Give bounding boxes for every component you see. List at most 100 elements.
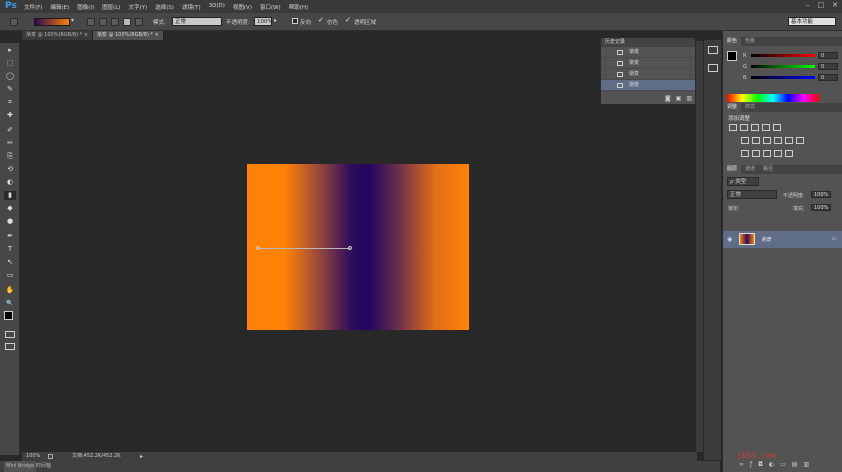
layer-opacity-value[interactable]: 100% — [811, 191, 831, 198]
menu-type[interactable]: 文字(Y) — [129, 3, 148, 11]
history-item-selected[interactable]: 渐变 — [601, 80, 695, 91]
tab-channels[interactable]: 通道 — [741, 165, 759, 174]
quick-select-tool-icon[interactable]: ✎ — [4, 85, 16, 94]
history-item[interactable]: 渐变 — [601, 69, 695, 80]
trash-icon[interactable]: ▥ — [686, 95, 692, 102]
vertical-scrollbar[interactable] — [696, 41, 703, 452]
linear-gradient-button[interactable] — [87, 18, 95, 26]
blue-value[interactable]: 0 — [818, 74, 838, 81]
fill-value[interactable]: 100% — [811, 204, 831, 211]
photo-filter-icon[interactable] — [774, 137, 782, 144]
new-group-icon[interactable]: ▭ — [780, 461, 786, 468]
add-mask-icon[interactable]: ◘ — [758, 461, 763, 468]
invert-icon[interactable] — [741, 150, 749, 157]
menu-layer[interactable]: 图层(L) — [102, 3, 120, 11]
color-lookup-icon[interactable] — [796, 137, 804, 144]
reflected-gradient-button[interactable] — [123, 18, 131, 26]
zoom-level[interactable]: 100% — [26, 452, 40, 461]
layer-name[interactable]: 背景 — [761, 236, 771, 243]
history-item[interactable]: 渐变 — [601, 58, 695, 69]
camera-icon[interactable]: ▣ — [676, 95, 682, 102]
hue-saturation-icon[interactable] — [741, 137, 749, 144]
link-layers-icon[interactable]: ∞ — [739, 461, 744, 468]
marquee-tool-icon[interactable]: ⬚ — [4, 59, 16, 68]
crop-tool-icon[interactable]: ⌗ — [4, 98, 16, 107]
path-select-tool-icon[interactable]: ↖ — [4, 258, 16, 267]
history-item[interactable]: 渐变 — [601, 47, 695, 58]
tab-close-icon[interactable]: × — [155, 32, 159, 38]
tab-layers[interactable]: 图层 — [723, 165, 742, 174]
radial-gradient-button[interactable] — [99, 18, 107, 26]
tab-document-2[interactable]: 渐变 @ 100%(RGB/8) * × — [92, 31, 164, 40]
document-canvas[interactable] — [247, 164, 469, 330]
hand-tool-icon[interactable]: ✋ — [4, 286, 16, 295]
gradient-map-icon[interactable] — [774, 150, 782, 157]
gradient-dropdown-arrow-icon[interactable]: ▾ — [71, 17, 74, 24]
quick-mask-icon[interactable] — [5, 331, 15, 338]
channel-mixer-icon[interactable] — [785, 137, 793, 144]
curves-icon[interactable] — [751, 124, 759, 131]
color-balance-icon[interactable] — [752, 137, 760, 144]
history-panel-header[interactable]: 历史记录 — [601, 38, 695, 47]
menu-select[interactable]: 选择(S) — [155, 3, 174, 11]
mode-select[interactable]: 正常 — [172, 17, 222, 26]
shape-tool-icon[interactable]: ▭ — [4, 271, 16, 280]
exposure-icon[interactable] — [762, 124, 770, 131]
menu-edit[interactable]: 编辑(E) — [50, 3, 69, 11]
status-icon[interactable] — [48, 454, 53, 459]
lasso-tool-icon[interactable]: ◯ — [4, 72, 16, 81]
gradient-swatch[interactable] — [34, 18, 70, 26]
vibrance-icon[interactable] — [773, 124, 781, 131]
move-tool-icon[interactable]: ▸ — [4, 46, 16, 55]
opacity-input[interactable]: 100% — [254, 17, 273, 26]
stamp-tool-icon[interactable]: ⎘ — [4, 152, 16, 161]
color-foreground-swatch[interactable] — [727, 51, 737, 61]
new-adjustment-icon[interactable]: ◐ — [769, 461, 774, 468]
tab-adjustments[interactable]: 调整 — [723, 103, 742, 112]
angle-gradient-button[interactable] — [111, 18, 119, 26]
history-panel-icon[interactable] — [708, 46, 718, 54]
brush-tool-icon[interactable]: ✏ — [4, 139, 16, 148]
status-arrow-icon[interactable]: ▸ — [140, 452, 143, 461]
menu-help[interactable]: 帮助(H) — [289, 3, 308, 11]
reverse-checkbox[interactable] — [292, 18, 298, 24]
red-slider[interactable] — [751, 54, 815, 57]
visibility-eye-icon[interactable]: ◉ — [727, 236, 732, 243]
zoom-tool-icon[interactable]: 🔍 — [4, 299, 16, 308]
close-button[interactable]: ✕ — [832, 1, 838, 9]
healing-tool-icon[interactable]: ✐ — [4, 126, 16, 135]
menu-window[interactable]: 窗口(W) — [260, 3, 281, 11]
threshold-icon[interactable] — [763, 150, 771, 157]
menu-view[interactable]: 视图(V) — [233, 3, 252, 11]
timeline-tab[interactable]: 时间轴 — [36, 461, 51, 472]
color-spectrum-bar[interactable] — [727, 94, 819, 102]
posterize-icon[interactable] — [752, 150, 760, 157]
red-value[interactable]: 0 — [818, 52, 838, 59]
fx-icon[interactable]: ƒ — [750, 461, 752, 468]
levels-icon[interactable] — [740, 124, 748, 131]
mini-bridge-tab[interactable]: Mini Bridge — [4, 461, 37, 472]
new-layer-icon[interactable]: ▤ — [792, 461, 798, 468]
tool-preset-button[interactable] — [10, 18, 18, 26]
gradient-tool-icon[interactable]: ▮ — [4, 191, 16, 200]
eyedropper-tool-icon[interactable]: ✚ — [4, 111, 16, 120]
foreground-color-swatch[interactable] — [4, 311, 13, 320]
tab-swatches[interactable]: 色板 — [741, 37, 759, 46]
eraser-tool-icon[interactable]: ◐ — [4, 178, 16, 187]
menu-file[interactable]: 文件(F) — [24, 3, 42, 11]
menu-image[interactable]: 图像(I) — [77, 3, 94, 11]
type-tool-icon[interactable]: T — [4, 245, 16, 254]
dither-checkbox[interactable]: ✓ — [318, 16, 324, 24]
blur-tool-icon[interactable]: ◆ — [4, 204, 16, 213]
brightness-icon[interactable] — [729, 124, 737, 131]
tab-document-1[interactable]: 渐变 @ 100%(RGB/8) * × — [22, 31, 93, 40]
transparency-checkbox[interactable]: ✓ — [345, 16, 351, 24]
blend-mode-select[interactable]: 正常 — [727, 190, 777, 199]
tab-close-icon[interactable]: × — [84, 32, 88, 38]
layer-kind-filter[interactable]: ρ 类型 — [727, 177, 759, 186]
selective-color-icon[interactable] — [785, 150, 793, 157]
history-brush-tool-icon[interactable]: ⟲ — [4, 165, 16, 174]
tab-color[interactable]: 颜色 — [723, 37, 742, 46]
green-value[interactable]: 0 — [818, 63, 838, 70]
pen-tool-icon[interactable]: ✒ — [4, 232, 16, 241]
